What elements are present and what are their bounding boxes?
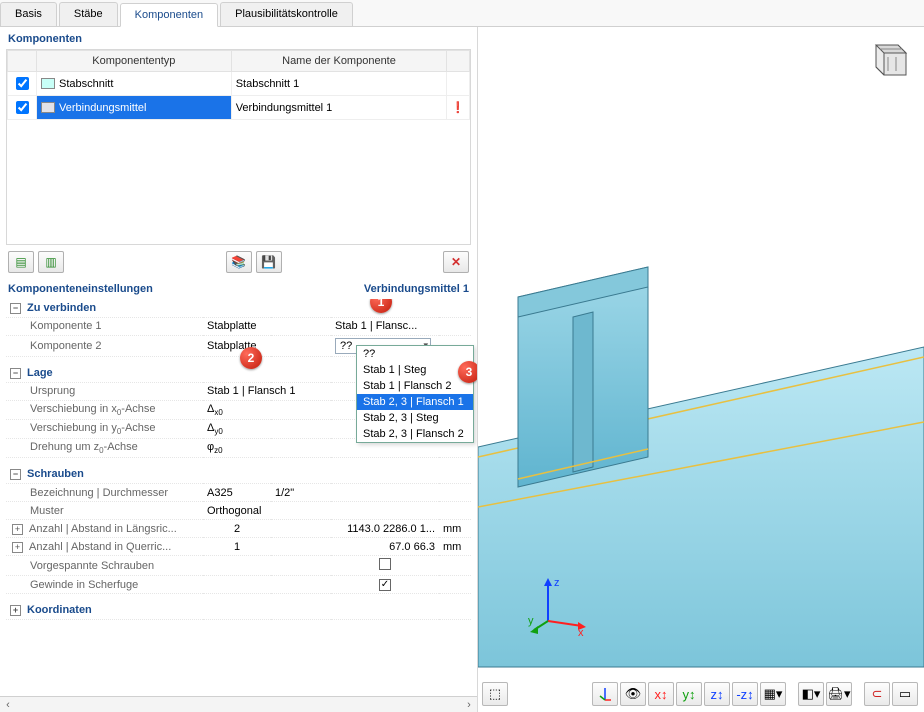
save-library-button[interactable]: 💾 xyxy=(256,251,282,273)
components-table: Komponententyp Name der Komponente Stabs… xyxy=(6,49,471,245)
row-check[interactable] xyxy=(16,77,29,90)
library-button[interactable]: 📚 xyxy=(226,251,252,273)
prop-rz[interactable]: Drehung um z0-Achse xyxy=(6,438,203,457)
components-panel-title: Komponenten xyxy=(0,27,477,49)
component-button-row: ▤ ▥ 📚 💾 ✕ xyxy=(0,245,477,279)
select-value: ?? xyxy=(340,340,352,352)
tab-basis[interactable]: Basis xyxy=(0,2,57,26)
group-bolts[interactable]: Schrauben xyxy=(27,468,84,480)
prop-value[interactable]: 1 xyxy=(203,538,271,556)
viewport-toolbar: ⬚ 👁 x↕ y↕ z↕ -z↕ ▦▾ ◧▾ 🖨▾ ⊂ ▭ xyxy=(482,682,918,706)
prop-symbol: Δx0 xyxy=(203,400,271,419)
comp2-dropdown[interactable]: ?? Stab 1 | Steg Stab 1 | Flansch 2 Stab… xyxy=(356,345,474,443)
thread-checkbox[interactable]: ✓ xyxy=(379,579,391,591)
tab-plausi[interactable]: Plausibilitätskontrolle xyxy=(220,2,353,26)
svg-text:x: x xyxy=(578,627,584,636)
callout-3: 3 xyxy=(458,361,477,383)
tab-komponenten[interactable]: Komponenten xyxy=(120,3,219,27)
tab-staebe[interactable]: Stäbe xyxy=(59,2,118,26)
dropdown-item[interactable]: ?? xyxy=(357,346,473,362)
prop-value[interactable]: 2 xyxy=(203,520,271,538)
hscrollbar[interactable]: ‹ › xyxy=(0,696,477,712)
prop-value[interactable]: Stabplatte xyxy=(203,317,271,335)
main-tabs: Basis Stäbe Komponenten Plausibilitätsko… xyxy=(0,0,924,27)
prop-comp1[interactable]: Komponente 1 xyxy=(6,317,203,335)
prop-value[interactable]: Stab 1 | Flansc... xyxy=(331,317,439,335)
color-swatch xyxy=(41,102,55,113)
prop-value[interactable]: 67.0 66.3 xyxy=(331,538,439,556)
prop-pretension[interactable]: Vorgespannte Schrauben xyxy=(6,556,203,576)
yaxis-button[interactable]: y↕ xyxy=(676,682,702,706)
prop-value[interactable]: Stab 1 | Flansch 1 xyxy=(203,382,331,400)
group-connect[interactable]: Zu verbinden xyxy=(27,302,96,314)
table-row[interactable]: Verbindungsmittel Verbindungsmittel 1 ❗ xyxy=(8,96,470,120)
prop-dx[interactable]: Verschiebung in x0-Achse xyxy=(6,400,203,419)
dropdown-item[interactable]: Stab 2, 3 | Steg xyxy=(357,410,473,426)
print-button[interactable]: 🖨▾ xyxy=(826,682,852,706)
window-button[interactable]: ▭ xyxy=(892,682,918,706)
add-component-end-button[interactable]: ▥ xyxy=(38,251,64,273)
prop-pattern[interactable]: Muster xyxy=(6,502,203,520)
prop-value[interactable]: 1/2" xyxy=(271,484,331,502)
dropdown-item[interactable]: Stab 2, 3 | Flansch 2 xyxy=(357,426,473,442)
pretension-checkbox[interactable] xyxy=(379,558,391,570)
property-grid: −Zu verbinden Komponente 1StabplatteStab… xyxy=(0,299,477,696)
collapse-icon[interactable]: − xyxy=(10,368,21,379)
prop-thread[interactable]: Gewinde in Scherfuge xyxy=(6,576,203,594)
neg-z-button[interactable]: -z↕ xyxy=(732,682,758,706)
svg-text:z: z xyxy=(554,577,560,589)
collapse-icon[interactable]: − xyxy=(10,469,21,480)
delete-button[interactable]: ✕ xyxy=(443,251,469,273)
select-mode-button[interactable]: ⬚ xyxy=(482,682,508,706)
prop-origin[interactable]: Ursprung xyxy=(6,382,203,400)
prop-count-trans[interactable]: +Anzahl | Abstand in Querric... xyxy=(6,538,203,556)
xaxis-button[interactable]: x↕ xyxy=(648,682,674,706)
viewport-3d[interactable]: z x y ⬚ 👁 x↕ y↕ z↕ -z↕ ▦▾ xyxy=(478,27,924,712)
col-type[interactable]: Komponententyp xyxy=(37,51,232,72)
color-swatch xyxy=(41,78,55,89)
prop-value[interactable]: Orthogonal xyxy=(203,502,331,520)
col-name[interactable]: Name der Komponente xyxy=(231,51,447,72)
warning-icon: ❗ xyxy=(447,96,470,120)
collapse-icon[interactable]: − xyxy=(10,303,21,314)
settings-current: Verbindungsmittel 1 xyxy=(364,283,469,295)
table-row[interactable]: Stabschnitt Stabschnitt 1 xyxy=(8,72,470,96)
prop-symbol: φz0 xyxy=(203,438,271,457)
show-hide-button[interactable]: 👁 xyxy=(620,682,646,706)
prop-designation[interactable]: Bezeichnung | Durchmesser xyxy=(6,484,203,502)
render-mode-button[interactable]: ▦▾ xyxy=(760,682,786,706)
dropdown-item[interactable]: Stab 1 | Flansch 2 xyxy=(357,378,473,394)
add-component-button[interactable]: ▤ xyxy=(8,251,34,273)
iso-view-button[interactable]: ◧▾ xyxy=(798,682,824,706)
dropdown-item[interactable]: Stab 2, 3 | Flansch 1 xyxy=(357,394,473,410)
row-name: Verbindungsmittel 1 xyxy=(231,96,447,120)
prop-count-long[interactable]: +Anzahl | Abstand in Längsric... xyxy=(6,520,203,538)
view-cube[interactable] xyxy=(864,39,908,83)
prop-comp2[interactable]: Komponente 2 xyxy=(6,335,203,356)
row-type: Verbindungsmittel xyxy=(59,102,146,114)
dropdown-item[interactable]: Stab 1 | Steg xyxy=(357,362,473,378)
settings-header: Komponenteneinstellungen xyxy=(8,283,153,295)
zaxis-button[interactable]: z↕ xyxy=(704,682,730,706)
axis-gizmo[interactable]: z x y xyxy=(528,576,588,636)
axis-view-button[interactable] xyxy=(592,682,618,706)
scroll-right-icon[interactable]: › xyxy=(461,699,477,711)
prop-symbol: Δy0 xyxy=(203,419,271,438)
row-check[interactable] xyxy=(16,101,29,114)
row-type: Stabschnitt xyxy=(59,78,113,90)
group-coords[interactable]: Koordinaten xyxy=(27,604,92,616)
scroll-left-icon[interactable]: ‹ xyxy=(0,699,16,711)
svg-text:y: y xyxy=(528,615,534,627)
magnet-button[interactable]: ⊂ xyxy=(864,682,890,706)
expand-icon[interactable]: + xyxy=(10,605,21,616)
prop-value[interactable]: 1143.0 2286.0 1... xyxy=(331,520,439,538)
prop-dy[interactable]: Verschiebung in y0-Achse xyxy=(6,419,203,438)
callout-2: 2 xyxy=(240,347,262,369)
prop-unit: mm xyxy=(439,538,471,556)
group-lage[interactable]: Lage xyxy=(27,367,53,379)
row-name: Stabschnitt 1 xyxy=(231,72,447,96)
prop-unit: mm xyxy=(439,520,471,538)
prop-value[interactable]: A325 xyxy=(203,484,271,502)
